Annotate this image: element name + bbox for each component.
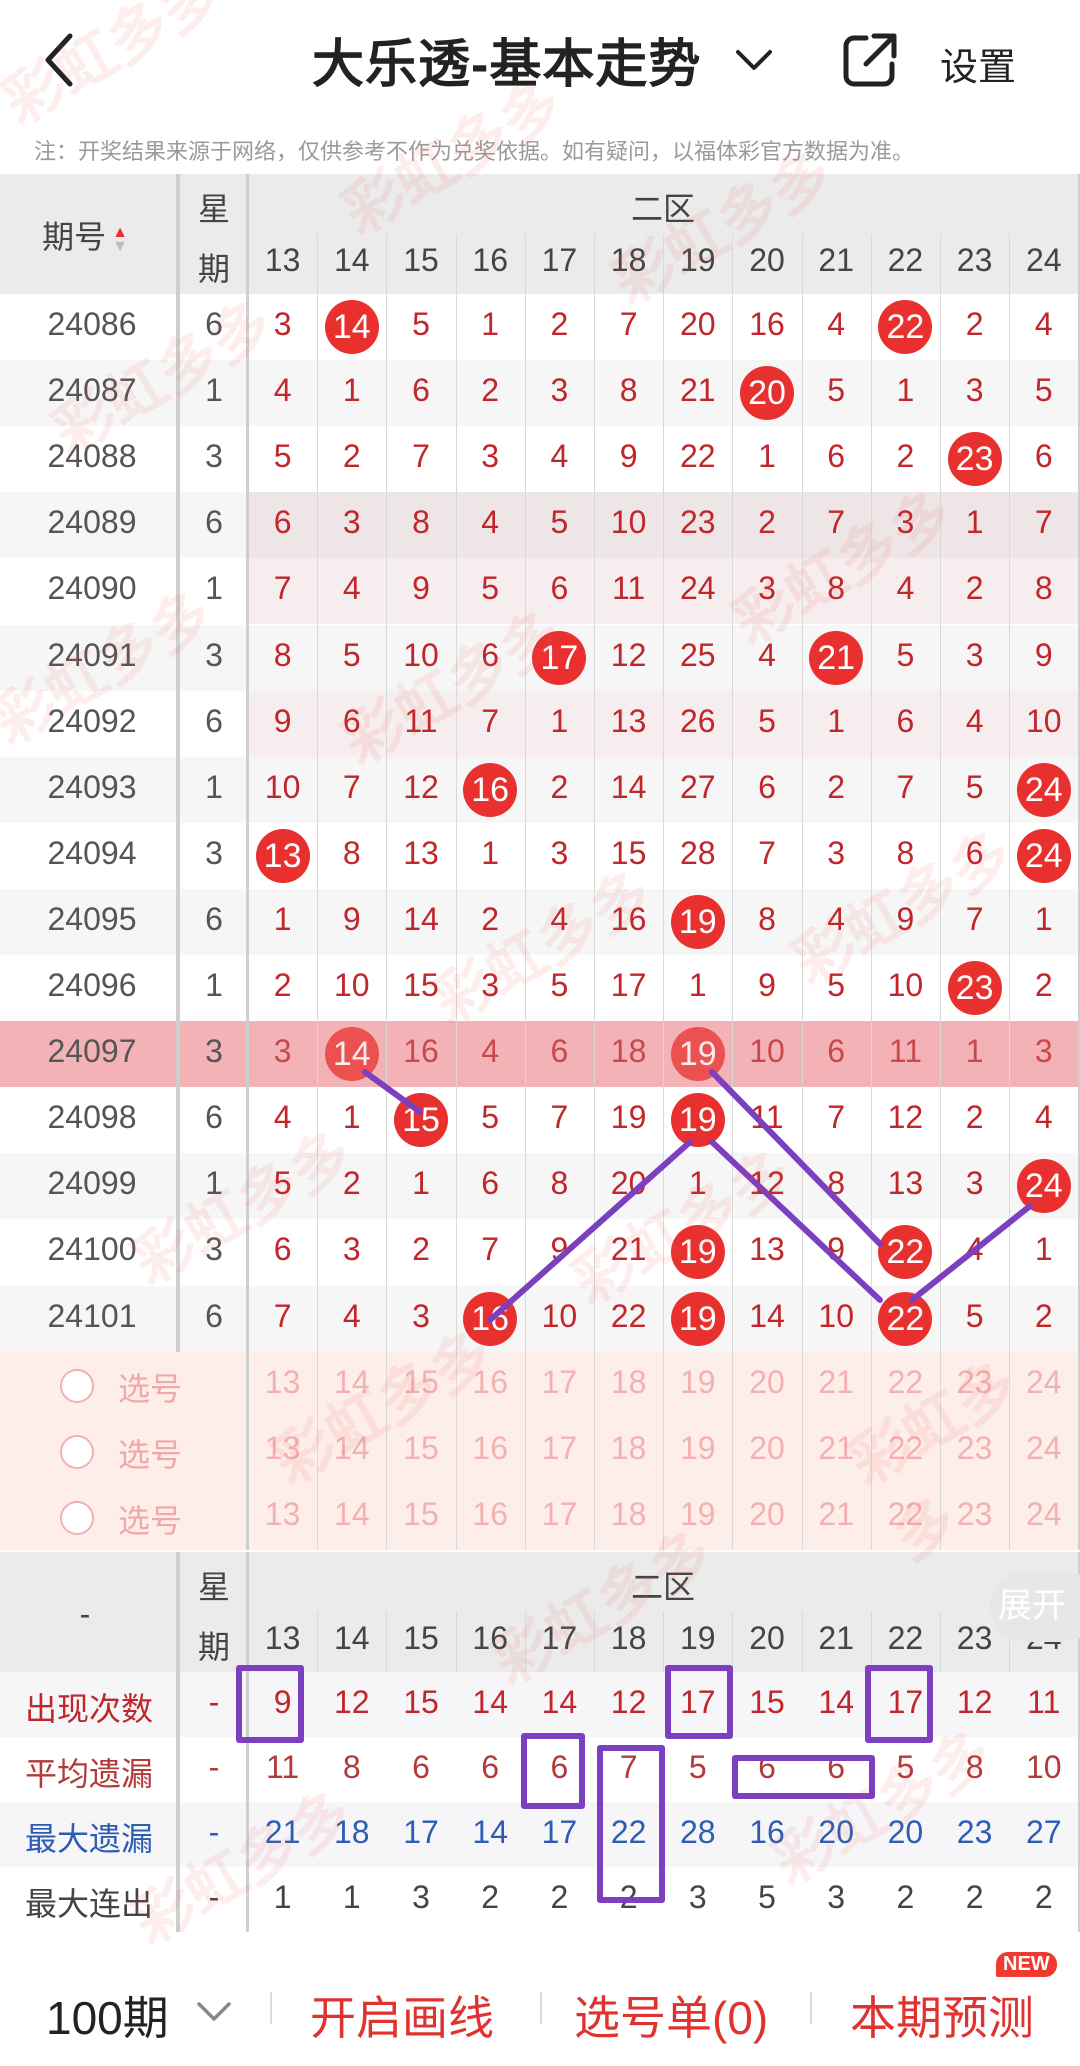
- annotation-box: [665, 1665, 733, 1739]
- trend-line: [909, 1203, 1033, 1303]
- chevron-down-icon[interactable]: [196, 2000, 232, 2024]
- divider: [810, 1992, 812, 2024]
- divider: [540, 1992, 542, 2024]
- draw-lines-button[interactable]: 开启画线: [310, 1982, 494, 2048]
- new-badge: NEW: [996, 1952, 1057, 1977]
- prediction-button[interactable]: 本期预测: [850, 1982, 1034, 2048]
- trend-line: [487, 1139, 693, 1323]
- selection-list-button[interactable]: 选号单(0): [574, 1982, 768, 2048]
- annotation-box: [236, 1665, 304, 1743]
- annotation-box: [865, 1665, 933, 1743]
- annotation-box: [732, 1755, 875, 1799]
- period-count-selector[interactable]: 100期: [46, 1982, 169, 2048]
- trend-line: [362, 1069, 423, 1115]
- annotation-overlay: [236, 1069, 1033, 1903]
- divider: [270, 1992, 272, 2024]
- annotation-box: [521, 1733, 585, 1809]
- annotation-box: [597, 1745, 665, 1903]
